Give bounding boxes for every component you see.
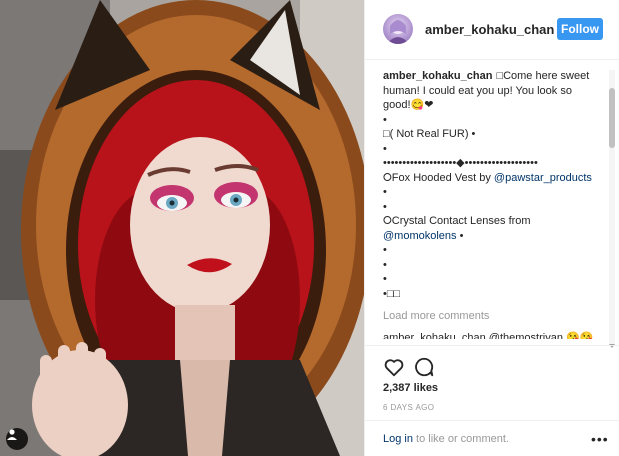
caption: amber_kohaku_chan □Come here sweet human!…: [383, 69, 594, 113]
caption-line-9: @momokolens •: [383, 229, 594, 244]
caption-line-12: •: [383, 273, 387, 285]
mention-momokolens[interactable]: @momokolens: [383, 230, 457, 242]
post-image: [0, 0, 364, 456]
post-photo[interactable]: [0, 0, 364, 456]
login-bar: Log in to like or comment. •••: [365, 420, 619, 456]
more-options-button[interactable]: •••: [591, 431, 608, 447]
login-suffix: to like or comment.: [412, 433, 509, 445]
scrollbar-thumb[interactable]: [609, 88, 615, 148]
follow-button[interactable]: Follow: [557, 18, 603, 40]
post-actions: 2,387 likes 6 DAYS AGO: [365, 345, 619, 425]
caption-line-10: •: [383, 244, 387, 256]
like-button[interactable]: [383, 356, 405, 378]
caption-line-5-text: ⭘Fox Hooded Vest by: [383, 171, 494, 184]
load-more-comments-button[interactable]: Load more comments: [383, 309, 594, 323]
post-info-panel: amber_kohaku_chan Follow amber_kohaku_ch…: [364, 0, 619, 456]
caption-line-6: •: [383, 186, 387, 198]
caption-line-13: •□□: [383, 287, 401, 300]
avatar[interactable]: [383, 14, 413, 44]
tag-user-button[interactable]: [6, 428, 28, 450]
caption-username[interactable]: amber_kohaku_chan: [383, 70, 492, 82]
post-timestamp: 6 DAYS AGO: [383, 403, 435, 412]
comment-icon: [415, 357, 434, 377]
post-header: amber_kohaku_chan Follow: [365, 0, 619, 60]
caption-line-7: •: [383, 200, 387, 213]
caption-line-9-suffix: •: [456, 229, 464, 242]
partial-comment: amber_kohaku_chan @themostriyan 😘😘: [383, 332, 594, 339]
comment-button[interactable]: [413, 356, 435, 378]
comments-section: amber_kohaku_chan □Come here sweet human!…: [365, 61, 619, 343]
heart-icon: [384, 359, 404, 377]
avatar-image: [387, 20, 409, 44]
caption-line-1: •: [383, 113, 387, 126]
scroll-down-arrow-icon[interactable]: [609, 336, 615, 348]
login-link[interactable]: Log in: [383, 433, 413, 445]
caption-line-5: ⭘Fox Hooded Vest by @pawstar_products: [383, 171, 594, 186]
mention-pawstar[interactable]: @pawstar_products: [494, 172, 592, 184]
login-prompt: Log in to like or comment.: [383, 433, 509, 445]
caption-line-2: □( Not Real FUR) •: [383, 128, 476, 140]
caption-line-3: •: [383, 142, 387, 155]
user-icon: [7, 429, 17, 440]
caption-line-8: ⭘Crystal Contact Lenses from: [383, 215, 531, 227]
caption-line-4: •••••••••••••••••••◆•••••••••••••••••••: [383, 157, 538, 169]
likes-count[interactable]: 2,387 likes: [383, 382, 438, 394]
scroll-up-arrow-icon[interactable]: [609, 62, 615, 74]
caption-line-11: •: [383, 258, 387, 271]
header-username[interactable]: amber_kohaku_chan: [425, 22, 554, 37]
